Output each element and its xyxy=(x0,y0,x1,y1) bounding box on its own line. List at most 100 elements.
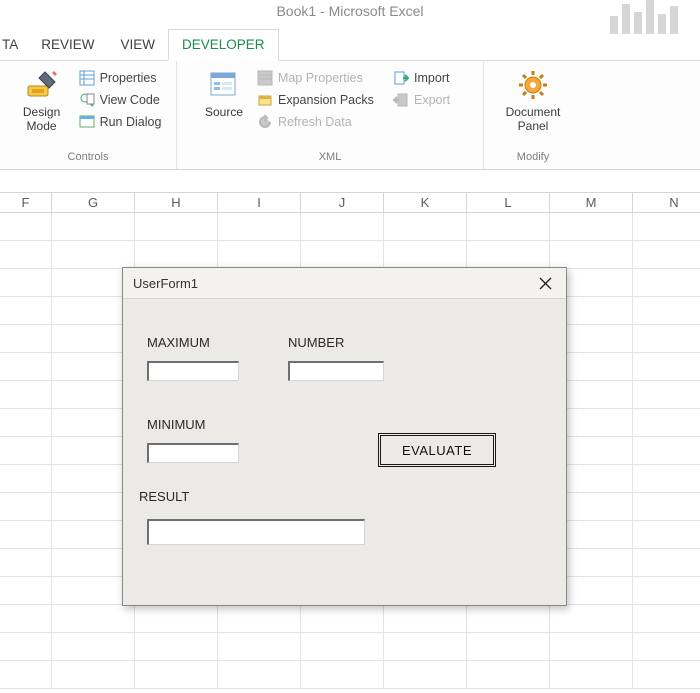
expansion-packs-button[interactable]: Expansion Packs xyxy=(255,91,385,109)
cell[interactable] xyxy=(633,577,700,605)
cell[interactable] xyxy=(633,549,700,577)
cell[interactable] xyxy=(633,353,700,381)
tab-developer[interactable]: DEVELOPER xyxy=(168,29,279,61)
column-header[interactable]: N xyxy=(633,192,700,212)
cell[interactable] xyxy=(633,633,700,661)
cell[interactable] xyxy=(0,521,52,549)
cell[interactable] xyxy=(52,661,135,689)
column-header[interactable]: K xyxy=(384,192,467,212)
cell[interactable] xyxy=(467,213,550,241)
cell[interactable] xyxy=(633,381,700,409)
cell[interactable] xyxy=(0,437,52,465)
source-button[interactable]: Source xyxy=(199,65,249,119)
cell[interactable] xyxy=(633,465,700,493)
cell[interactable] xyxy=(52,633,135,661)
cell[interactable] xyxy=(550,241,633,269)
cell[interactable] xyxy=(135,605,218,633)
cell[interactable] xyxy=(633,297,700,325)
cell[interactable] xyxy=(301,241,384,269)
cell[interactable] xyxy=(218,605,301,633)
input-result[interactable] xyxy=(147,519,365,545)
cell[interactable] xyxy=(550,661,633,689)
column-header[interactable]: I xyxy=(218,192,301,212)
map-properties-button[interactable]: Map Properties xyxy=(255,69,385,87)
cell[interactable] xyxy=(301,605,384,633)
cell[interactable] xyxy=(633,605,700,633)
cell[interactable] xyxy=(633,661,700,689)
cell[interactable] xyxy=(633,437,700,465)
cell[interactable] xyxy=(467,241,550,269)
cell[interactable] xyxy=(0,381,52,409)
tab-view[interactable]: VIEW xyxy=(108,30,169,59)
cell[interactable] xyxy=(0,409,52,437)
cell[interactable] xyxy=(52,605,135,633)
cell[interactable] xyxy=(0,549,52,577)
cell[interactable] xyxy=(0,325,52,353)
cell[interactable] xyxy=(0,605,52,633)
cell[interactable] xyxy=(550,605,633,633)
close-icon[interactable] xyxy=(534,272,556,294)
cell[interactable] xyxy=(0,353,52,381)
cell[interactable] xyxy=(218,213,301,241)
design-mode-button[interactable]: Design Mode xyxy=(13,65,71,133)
cell[interactable] xyxy=(633,269,700,297)
cell[interactable] xyxy=(135,213,218,241)
cell[interactable] xyxy=(0,493,52,521)
properties-button[interactable]: Properties xyxy=(77,69,164,87)
cell[interactable] xyxy=(0,577,52,605)
cell[interactable] xyxy=(633,325,700,353)
cell[interactable] xyxy=(550,633,633,661)
cell[interactable] xyxy=(384,605,467,633)
cell[interactable] xyxy=(633,241,700,269)
run-dialog-button[interactable]: Run Dialog xyxy=(77,113,164,131)
input-number[interactable] xyxy=(288,361,384,381)
export-button[interactable]: Export xyxy=(391,91,461,109)
cell[interactable] xyxy=(0,269,52,297)
cell[interactable] xyxy=(52,213,135,241)
cell[interactable] xyxy=(384,241,467,269)
cell[interactable] xyxy=(633,521,700,549)
cell[interactable] xyxy=(0,297,52,325)
cell[interactable] xyxy=(0,465,52,493)
cell[interactable] xyxy=(384,633,467,661)
cell[interactable] xyxy=(218,661,301,689)
refresh-data-button[interactable]: Refresh Data xyxy=(255,113,385,131)
column-header[interactable]: L xyxy=(467,192,550,212)
cell[interactable] xyxy=(135,241,218,269)
column-header[interactable]: J xyxy=(301,192,384,212)
cell[interactable] xyxy=(0,241,52,269)
view-code-button[interactable]: View Code xyxy=(77,91,164,109)
import-button[interactable]: Import xyxy=(391,69,461,87)
evaluate-button[interactable]: EVALUATE xyxy=(378,433,496,467)
cell[interactable] xyxy=(135,633,218,661)
userform-titlebar[interactable]: UserForm1 xyxy=(123,268,566,299)
tab-data-partial[interactable]: TA xyxy=(0,30,28,59)
cell[interactable] xyxy=(550,213,633,241)
cell[interactable] xyxy=(633,493,700,521)
input-maximum[interactable] xyxy=(147,361,239,381)
column-header[interactable]: H xyxy=(135,192,218,212)
cell[interactable] xyxy=(467,633,550,661)
cell[interactable] xyxy=(301,633,384,661)
cell[interactable] xyxy=(0,213,52,241)
cell[interactable] xyxy=(52,241,135,269)
cell[interactable] xyxy=(301,661,384,689)
cell[interactable] xyxy=(218,241,301,269)
input-minimum[interactable] xyxy=(147,443,239,463)
cell[interactable] xyxy=(301,213,384,241)
cell[interactable] xyxy=(633,409,700,437)
cell[interactable] xyxy=(467,605,550,633)
document-panel-button[interactable]: Document Panel xyxy=(497,65,569,133)
tab-review[interactable]: REVIEW xyxy=(28,30,107,59)
cell[interactable] xyxy=(384,661,467,689)
cell[interactable] xyxy=(218,633,301,661)
column-header[interactable]: M xyxy=(550,192,633,212)
cell[interactable] xyxy=(633,213,700,241)
cell[interactable] xyxy=(135,661,218,689)
cell[interactable] xyxy=(0,633,52,661)
cell[interactable] xyxy=(0,661,52,689)
column-header[interactable]: F xyxy=(0,192,52,212)
cell[interactable] xyxy=(467,661,550,689)
column-header[interactable]: G xyxy=(52,192,135,212)
cell[interactable] xyxy=(384,213,467,241)
